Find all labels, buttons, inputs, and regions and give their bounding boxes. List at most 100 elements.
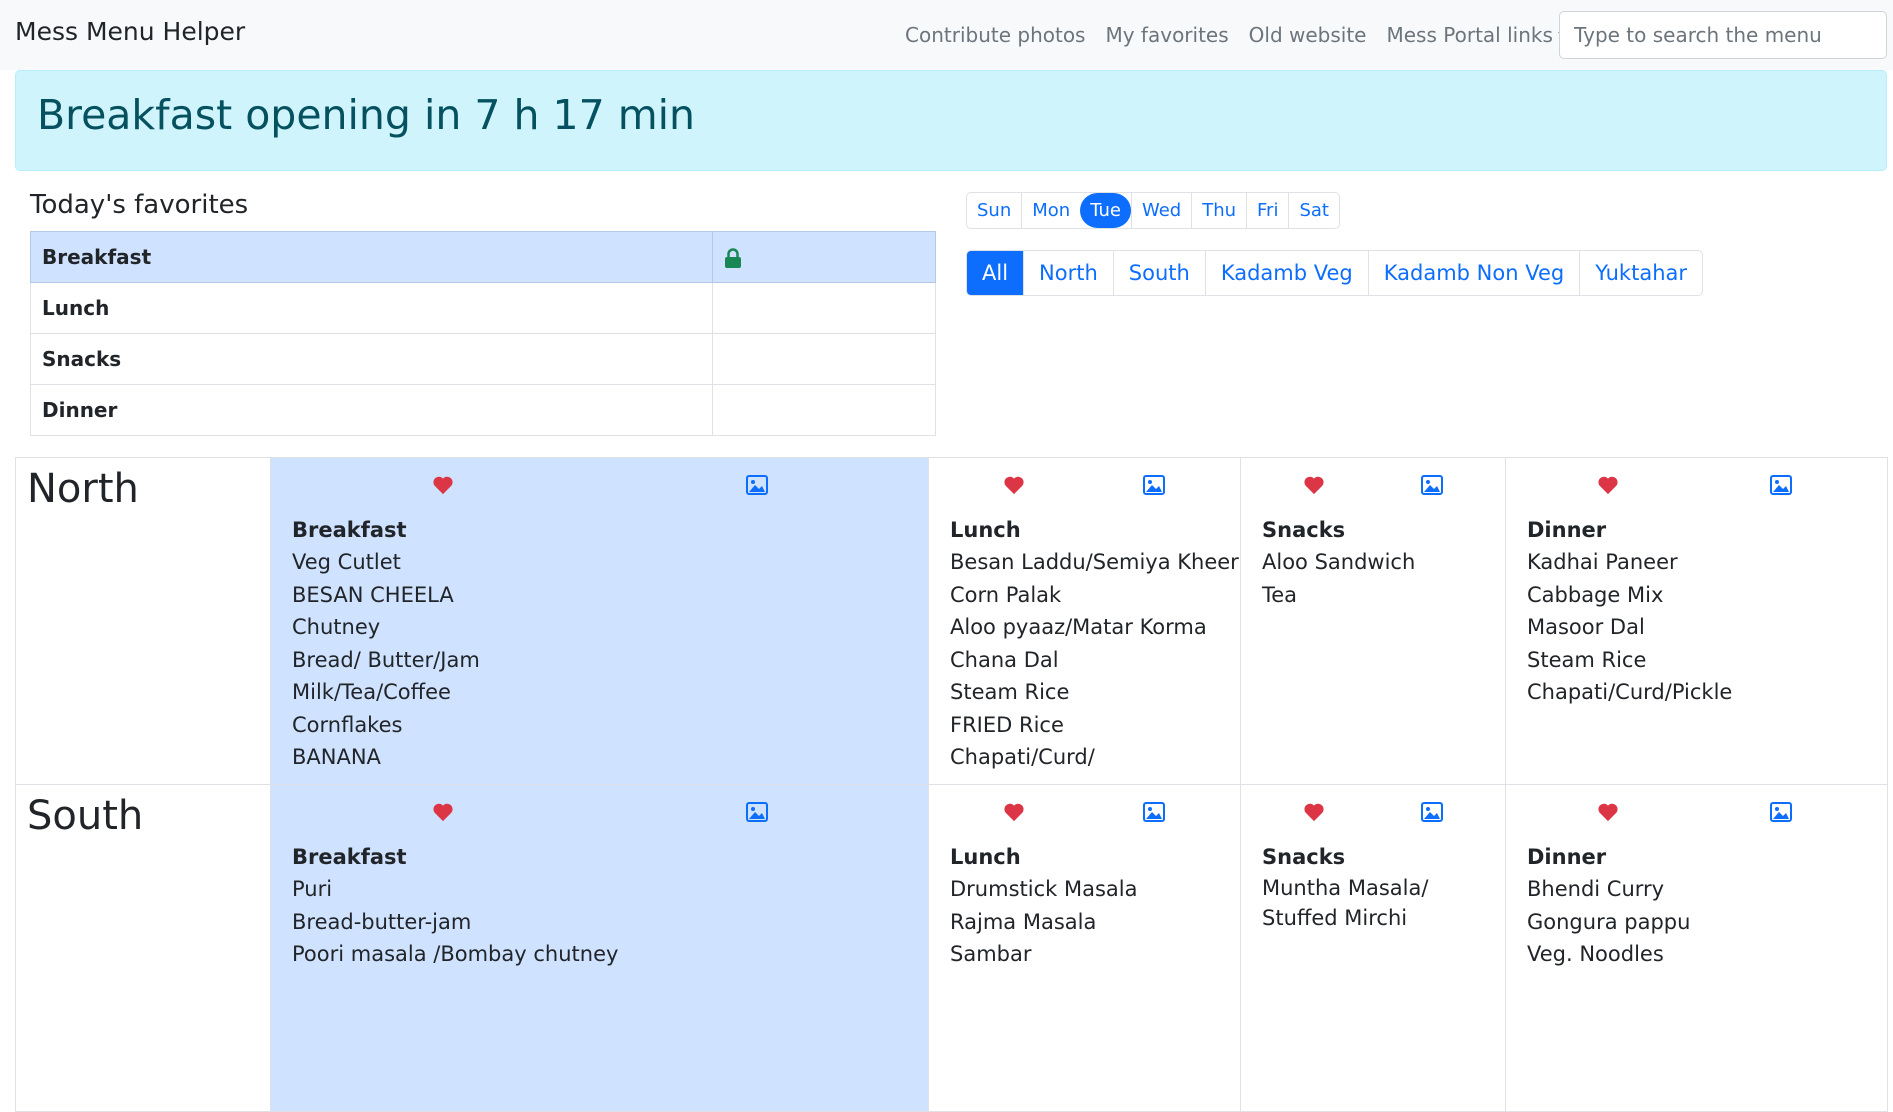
favorites-status-cell [712,333,936,385]
favorites-meal-label: Dinner [30,384,713,436]
meal-title: Breakfast [292,518,407,542]
day-tue[interactable]: Tue [1080,193,1131,228]
mess-name-cell: North [15,457,271,785]
menu-row-north: North Breakfast Veg Cutlet BESAN CHEELA … [15,457,1888,785]
meal-cell-dinner: Dinner Kadhai Paneer Cabbage Mix Masoor … [1505,457,1888,785]
favorites-status-cell [712,231,936,283]
day-wed[interactable]: Wed [1130,193,1191,228]
favorites-status-cell [712,282,936,334]
nav-link-my-favorites[interactable]: My favorites [1105,23,1228,47]
menu-item: Bhendi Curry [1527,877,1665,901]
day-thu[interactable]: Thu [1191,193,1246,228]
menu-item: Puri [292,877,333,901]
menu-search-input[interactable] [1559,11,1887,59]
favorites-meal-label: Lunch [30,282,713,334]
favorites-row-dinner: Dinner [30,384,936,436]
day-sun[interactable]: Sun [967,193,1021,228]
menu-item: Cabbage Mix [1527,582,1664,607]
mess-filter: All North South Kadamb Veg Kadamb Non Ve… [966,250,1704,296]
menu-item: Poori masala /Bombay chutney [292,942,619,966]
menu-item: Kadhai Paneer [1527,550,1678,574]
favorites-row-breakfast: Breakfast [30,231,936,283]
menu-item: Veg. Noodles [1527,942,1664,966]
meal-title: Breakfast [292,845,407,869]
menu-row-south: South Breakfast Puri Bread-butter-jam Po… [15,784,1888,1112]
menu-item: BANANA [292,745,381,769]
menu-item: Milk/Tea/Coffee [292,680,451,704]
nav-link-contribute-photos[interactable]: Contribute photos [905,23,1085,47]
heart-icon[interactable] [432,475,454,495]
meal-cell-lunch: Lunch Drumstick Masala Rajma Masala Samb… [928,784,1241,1112]
image-icon[interactable] [746,475,768,495]
image-icon[interactable] [1421,475,1443,495]
meal-title: Snacks [1262,518,1346,542]
image-icon[interactable] [1143,802,1165,822]
heart-icon[interactable] [1003,802,1025,822]
meal-items: Muntha Masala/ Stuffed Mirchi [1241,873,1505,933]
menu-item: Veg Cutlet [292,550,401,574]
day-sat[interactable]: Sat [1288,193,1339,228]
image-icon[interactable] [1770,475,1792,495]
mess-portal-dropdown[interactable]: Mess Portal links [1387,23,1570,47]
mess-filter-south[interactable]: South [1112,251,1205,295]
mess-filter-kadamb-non-veg[interactable]: Kadamb Non Veg [1367,251,1579,295]
menu-item: Masoor Dal [1527,615,1645,639]
meal-items: Aloo Sandwich Tea [1241,546,1505,611]
meal-items: Bhendi Curry Gongura pappu Veg. Noodles [1506,873,1887,971]
day-mon[interactable]: Mon [1021,193,1080,228]
nav-link-old-website[interactable]: Old website [1249,23,1367,47]
mess-filter-kadamb-veg[interactable]: Kadamb Veg [1204,251,1368,295]
menu-item: Steam Rice [1527,647,1647,672]
mess-name-cell: South [15,784,271,1112]
heart-icon[interactable] [1303,802,1325,822]
menu-item: Tea [1262,582,1298,607]
meal-cell-snacks: Snacks Muntha Masala/ Stuffed Mirchi [1240,784,1506,1112]
day-selector: Sun Mon Tue Wed Thu Fri Sat [966,192,1340,229]
menu-item: Gongura pappu [1527,909,1691,934]
meal-cell-lunch: Lunch Besan Laddu/Semiya Kheer Corn Pala… [928,457,1241,785]
heart-icon[interactable] [1597,802,1619,822]
menu-item: Muntha Masala/ Stuffed Mirchi [1262,876,1429,930]
meal-cell-dinner: Dinner Bhendi Curry Gongura pappu Veg. N… [1505,784,1888,1112]
image-icon[interactable] [1770,802,1792,822]
meal-title: Dinner [1527,845,1607,869]
menu-item: Bread/ Butter/Jam [292,647,480,672]
meal-title: Dinner [1527,518,1607,542]
menu-item: Drumstick Masala [950,877,1138,901]
mess-filter-yuktahar[interactable]: Yuktahar [1579,251,1702,295]
meal-title: Lunch [950,845,1021,869]
menu-item: Chapati/Curd/ [950,745,1095,769]
meal-items: Kadhai Paneer Cabbage Mix Masoor Dal Ste… [1506,546,1887,709]
menu-item: Cornflakes [292,712,403,737]
navbar: Mess Menu Helper Contribute photos My fa… [0,0,1893,70]
heart-icon[interactable] [1003,475,1025,495]
menu-item: Rajma Masala [950,909,1097,934]
mess-portal-dropdown-label: Mess Portal links [1386,23,1553,47]
mess-filter-all[interactable]: All [967,251,1024,295]
menu-item: FRIED Rice [950,712,1064,737]
meal-title: Lunch [950,518,1021,542]
mess-name: North [27,466,139,512]
menu-item: Steam Rice [950,680,1070,704]
mess-filter-north[interactable]: North [1023,251,1113,295]
image-icon[interactable] [1143,475,1165,495]
brand-title[interactable]: Mess Menu Helper [15,17,245,46]
heart-icon[interactable] [1303,475,1325,495]
menu-item: Chutney [292,615,381,639]
nav-links: Contribute photos My favorites Old websi… [905,0,1570,70]
favorites-title: Today's favorites [30,190,249,220]
meal-items: Veg Cutlet BESAN CHEELA Chutney Bread/ B… [271,546,928,774]
menu-item: Besan Laddu/Semiya Kheer [950,550,1239,574]
favorites-row-lunch: Lunch [30,282,936,334]
meal-cell-breakfast: Breakfast Puri Bread-butter-jam Poori ma… [270,784,929,1112]
image-icon[interactable] [746,802,768,822]
image-icon[interactable] [1421,802,1443,822]
menu-item: Bread-butter-jam [292,909,472,934]
heart-icon[interactable] [432,802,454,822]
day-fri[interactable]: Fri [1246,193,1288,228]
menu-item: Corn Palak [950,582,1062,607]
heart-icon[interactable] [1597,475,1619,495]
favorites-status-cell [712,384,936,436]
meal-timer-alert: Breakfast opening in 7 h 17 min [15,70,1887,171]
menu-item: Aloo pyaaz/Matar Korma [950,615,1207,639]
